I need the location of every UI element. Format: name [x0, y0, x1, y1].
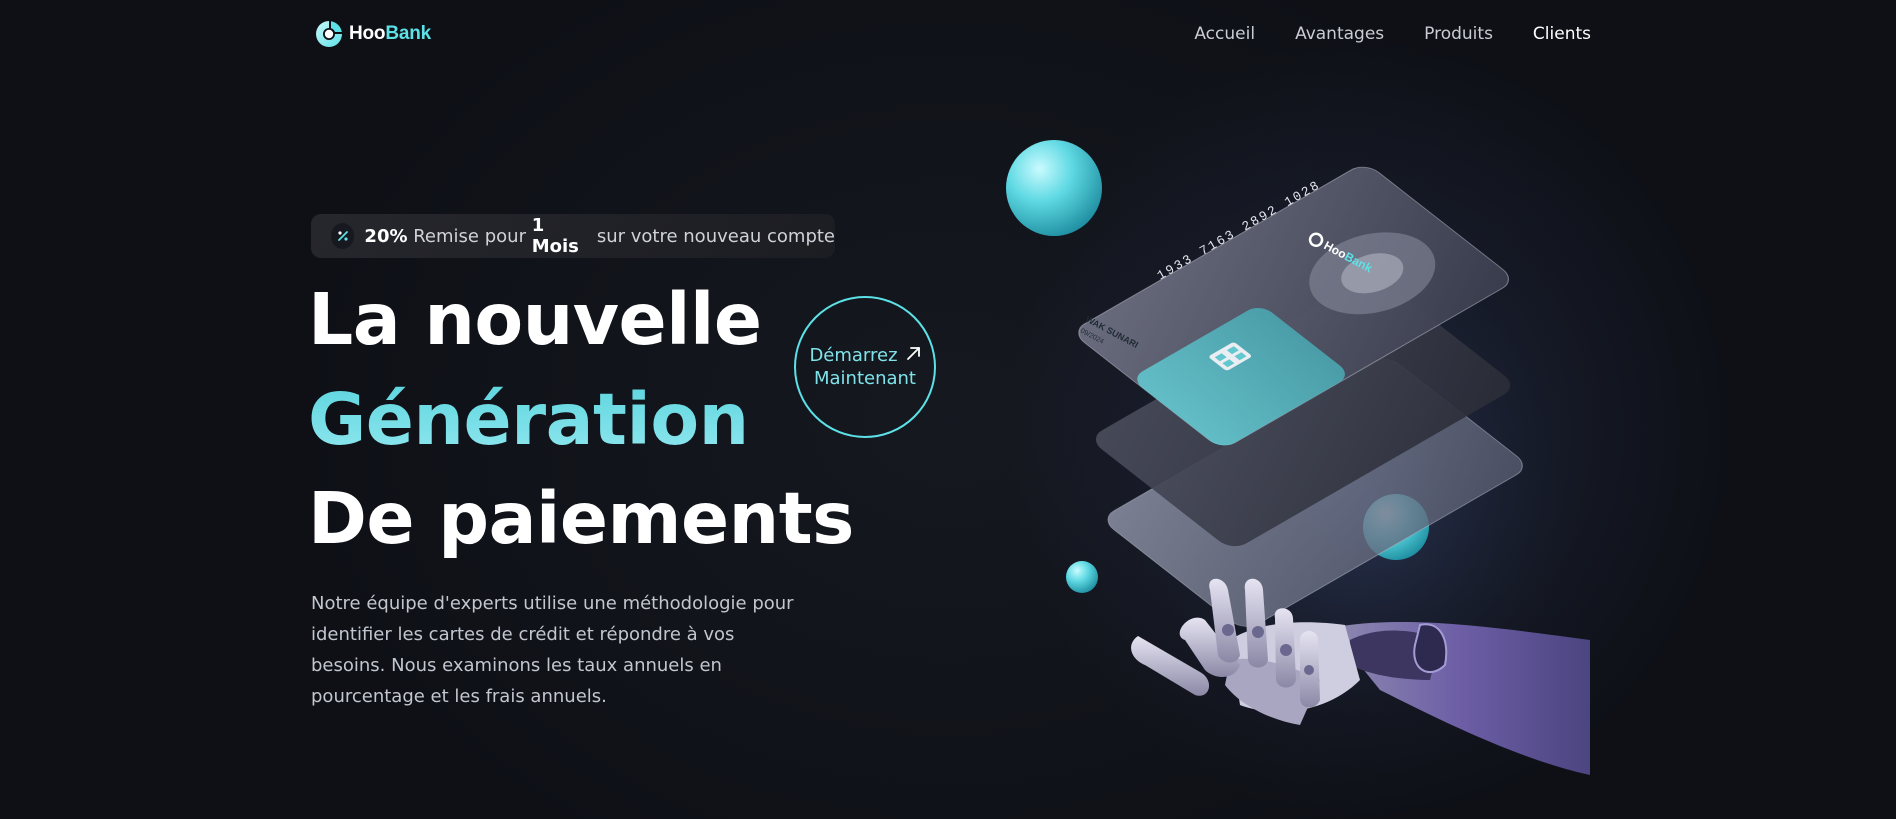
nav-link-clients[interactable]: Clients: [1533, 24, 1591, 44]
hoobank-logo-icon: [313, 18, 345, 50]
top-navbar: HooBank Accueil Avantages Produits Clien…: [0, 0, 1896, 72]
sphere-small: [1066, 561, 1098, 593]
cta-row2: Maintenant: [814, 367, 916, 390]
hoobank-logo[interactable]: HooBank: [313, 18, 431, 50]
brand-name: HooBank: [349, 23, 431, 45]
discount-duration: 1 Mois: [531, 215, 579, 257]
discount-banner: 20% Remise pour 1 Mois sur votre nouveau…: [311, 214, 835, 258]
discount-icon: [331, 223, 355, 249]
nav-link-avantages[interactable]: Avantages: [1295, 24, 1384, 44]
get-started-button[interactable]: Démarrez Maintenant: [794, 296, 936, 438]
hero-illustration: 1933 7163 2892 1028 WAK SUNARI 09/2024 H…: [1000, 120, 1620, 800]
discount-text2: sur votre nouveau compte: [591, 225, 835, 247]
sphere-large: [1006, 140, 1102, 236]
hero-description: Notre équipe d'experts utilise une métho…: [311, 593, 794, 707]
cta-label-line2: Maintenant: [813, 368, 916, 389]
nav-link-produits[interactable]: Produits: [1424, 24, 1493, 44]
arrow-up-right-icon: [906, 344, 921, 367]
main-menu: Accueil Avantages Produits Clients: [1194, 24, 1591, 44]
brand-name-part2: Bank: [385, 23, 432, 44]
hero-title-line3: De paiements: [308, 477, 854, 560]
hero-title-line1: La nouvelle: [308, 278, 762, 361]
discount-percent: 20%: [364, 225, 408, 247]
cta-row1: Démarrez: [809, 344, 920, 367]
cta-label-line1: Démarrez: [809, 345, 898, 366]
nav-link-accueil[interactable]: Accueil: [1194, 24, 1255, 44]
brand-name-part1: Hoo: [349, 23, 386, 44]
hero-title-line2: Génération: [308, 378, 749, 461]
discount-text1: Remise pour: [407, 225, 532, 247]
